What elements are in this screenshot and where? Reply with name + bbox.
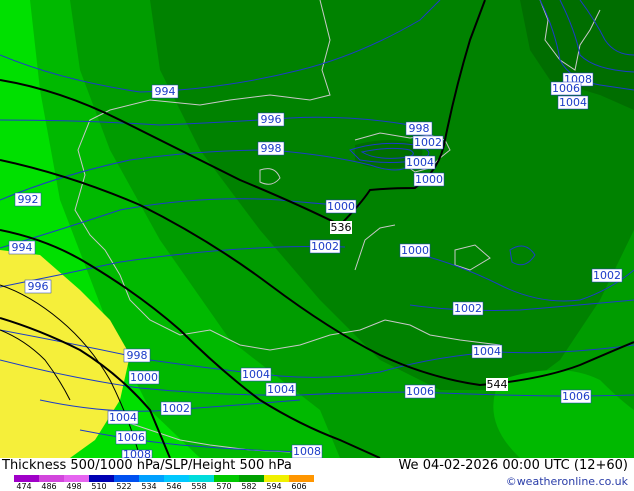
isobar-label: 1000 <box>399 243 431 258</box>
svg-text:1008: 1008 <box>123 448 151 458</box>
isobar-label: 1002 <box>412 135 444 150</box>
isobar-label: 1006 <box>550 81 582 96</box>
legend-swatch <box>189 475 215 482</box>
isobar-label: 1004 <box>471 344 503 359</box>
svg-text:1006: 1006 <box>552 82 580 95</box>
map-canvas: 994 996 998 998 1002 1004 1000 1000 1002… <box>0 0 634 458</box>
svg-text:1002: 1002 <box>414 136 442 149</box>
svg-text:544: 544 <box>487 378 508 391</box>
isobar-label: 994 <box>151 84 179 99</box>
svg-text:1006: 1006 <box>562 390 590 403</box>
isobar-label: 1000 <box>413 172 445 187</box>
svg-text:1000: 1000 <box>327 200 355 213</box>
svg-text:536: 536 <box>331 221 352 234</box>
isobar-label: 1006 <box>115 430 147 445</box>
isobar-label: 1004 <box>404 155 436 170</box>
svg-text:1006: 1006 <box>117 431 145 444</box>
svg-text:1002: 1002 <box>162 402 190 415</box>
svg-text:1004: 1004 <box>109 411 137 424</box>
svg-text:1002: 1002 <box>593 269 621 282</box>
legend-swatch <box>214 475 240 482</box>
svg-text:1002: 1002 <box>311 240 339 253</box>
svg-text:1004: 1004 <box>242 368 270 381</box>
isobar-label: 1008 <box>121 448 153 458</box>
isobar-label: 1000 <box>325 199 357 214</box>
legend-swatch <box>139 475 165 482</box>
legend-swatch <box>164 475 190 482</box>
legend-swatch <box>89 475 115 482</box>
isobar-label: 1002 <box>160 401 192 416</box>
svg-text:1004: 1004 <box>267 383 295 396</box>
svg-text:1000: 1000 <box>415 173 443 186</box>
map-title: Thickness 500/1000 hPa/SLP/Height 500 hP… <box>2 458 292 473</box>
footer-bar: Thickness 500/1000 hPa/SLP/Height 500 hP… <box>0 458 634 491</box>
svg-text:996: 996 <box>28 280 49 293</box>
weather-map: 994 996 998 998 1002 1004 1000 1000 1002… <box>0 0 634 458</box>
isobar-label: 1002 <box>309 239 341 254</box>
isobar-label: 1006 <box>560 389 592 404</box>
isobar-label: 996 <box>257 112 285 127</box>
legend-swatch <box>289 475 314 482</box>
svg-text:998: 998 <box>127 349 148 362</box>
svg-text:1004: 1004 <box>559 96 587 109</box>
svg-text:1002: 1002 <box>454 302 482 315</box>
isobar-label: 1006 <box>404 384 436 399</box>
svg-text:996: 996 <box>261 113 282 126</box>
svg-text:998: 998 <box>409 122 430 135</box>
svg-text:1000: 1000 <box>401 244 429 257</box>
legend-swatch <box>114 475 140 482</box>
legend-swatch <box>239 475 265 482</box>
svg-text:1004: 1004 <box>406 156 434 169</box>
legend-swatch <box>264 475 290 482</box>
legend-swatch <box>39 475 65 482</box>
svg-text:994: 994 <box>12 241 33 254</box>
legend-swatch <box>14 475 40 482</box>
isobar-label: 1002 <box>591 268 623 283</box>
height-label: 536 <box>330 221 352 234</box>
isobar-label: 1004 <box>240 367 272 382</box>
isobar-label: 992 <box>14 192 42 207</box>
valid-time: We 04-02-2026 00:00 UTC (12+60) <box>398 458 628 473</box>
isobar-label: 1004 <box>557 95 589 110</box>
isobar-label: 1008 <box>291 444 323 458</box>
isobar-label: 1004 <box>107 410 139 425</box>
isobar-label: 1004 <box>265 382 297 397</box>
isobar-label: 1002 <box>452 301 484 316</box>
svg-text:992: 992 <box>18 193 39 206</box>
credit-link[interactable]: ©weatheronline.co.uk <box>506 475 628 488</box>
svg-text:994: 994 <box>155 85 176 98</box>
svg-text:1006: 1006 <box>406 385 434 398</box>
svg-text:1008: 1008 <box>293 445 321 458</box>
svg-text:1000: 1000 <box>130 371 158 384</box>
svg-text:1004: 1004 <box>473 345 501 358</box>
legend-swatch <box>64 475 90 482</box>
isobar-label: 998 <box>257 141 285 156</box>
isobar-label: 1000 <box>128 370 160 385</box>
svg-text:998: 998 <box>261 142 282 155</box>
isobar-label: 998 <box>405 121 433 136</box>
isobar-label: 996 <box>24 279 52 294</box>
isobar-label: 994 <box>8 240 36 255</box>
height-label: 544 <box>486 378 508 391</box>
isobar-label: 998 <box>123 348 151 363</box>
